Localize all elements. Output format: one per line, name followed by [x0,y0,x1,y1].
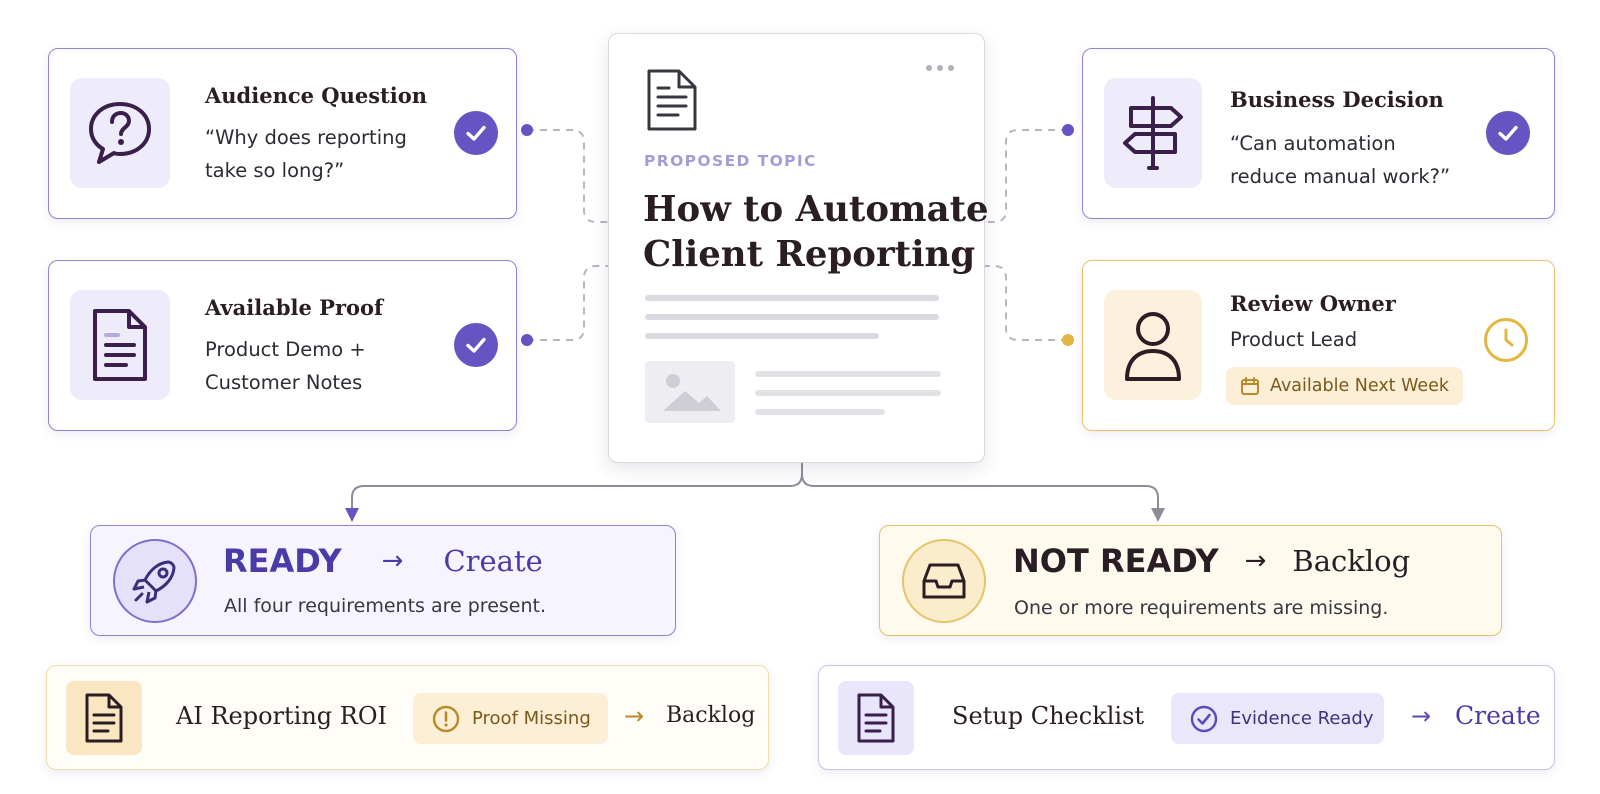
outcome-action: Backlog [1292,544,1411,578]
person-icon [1125,312,1181,381]
arrow-icon: → [1411,702,1432,730]
icon-tile [70,78,170,188]
proof-missing-badge-label: Proof Missing [472,708,591,729]
document-icon [647,69,697,131]
topic-title-line: Client Reporting [643,234,976,275]
card-text-line: Product Lead [1230,328,1358,351]
clock-icon [1484,318,1528,362]
example-row-setup-checklist: Setup Checklist Evidence Ready → Create [818,665,1555,770]
icon-tile [1104,290,1202,400]
outcome-action: Create [443,544,543,578]
card-text-line: Product Demo + [205,338,366,361]
card-title: Review Owner [1230,291,1396,316]
card-text-line: “Can automation [1230,132,1396,155]
card-review-owner: Review Owner Product Lead Available Next… [1082,260,1555,431]
rocket-icon [113,539,197,623]
availability-badge: Available Next Week [1226,367,1463,405]
signpost-icon [1123,96,1183,170]
evidence-ready-badge-label: Evidence Ready [1230,708,1374,729]
example-title: AI Reporting ROI [176,702,387,730]
outcome-ready: READY → Create All four requirements are… [90,525,676,636]
topic-title: How to Automate Client Reporting [643,187,989,277]
example-result: Create [1455,701,1541,730]
arrow-icon: → [381,546,404,576]
icon-tile [838,681,914,755]
proposed-topic-card: PROPOSED TOPIC How to Automate Client Re… [608,33,989,463]
icon-tile [70,290,170,400]
proof-missing-badge: Proof Missing [413,693,608,744]
card-text: Product Lead [1230,323,1357,356]
image-placeholder-icon [645,361,735,423]
document-icon [857,693,895,743]
document-icon [93,309,147,381]
inbox-tray-icon [902,539,986,623]
card-text-line: take so long?” [205,159,345,182]
outcome-description: All four requirements are present. [224,595,547,617]
outcome-not-ready: NOT READY → Backlog One or more requirem… [879,525,1502,636]
card-business-decision: Business Decision “Can automation reduce… [1082,48,1555,219]
document-icon [85,693,123,743]
topic-kicker: PROPOSED TOPIC [644,152,817,170]
alert-circle-icon [432,705,460,732]
outcome-status: NOT READY [1013,542,1219,580]
availability-badge-label: Available Next Week [1270,376,1450,396]
arrow-icon: → [1244,546,1267,576]
outcome-status: READY [223,542,342,580]
topic-title-line: How to Automate [643,189,989,230]
arrow-icon: → [624,702,645,730]
card-text: Product Demo + Customer Notes [205,333,366,399]
outcome-description: One or more requirements are missing. [1014,597,1389,619]
card-text-line: reduce manual work?” [1230,165,1451,188]
card-text-line: Customer Notes [205,371,363,394]
card-text-line: “Why does reporting [205,126,407,149]
evidence-ready-badge: Evidence Ready [1171,693,1384,744]
calendar-icon [1241,377,1259,395]
check-circle-outline-icon [1190,705,1218,732]
check-circle-icon [454,323,498,367]
check-circle-icon [454,111,498,155]
example-title: Setup Checklist [952,702,1145,730]
card-available-proof: Available Proof Product Demo + Customer … [48,260,517,431]
example-result: Backlog [666,703,756,728]
icon-tile [1104,78,1202,188]
check-circle-icon [1486,111,1530,155]
more-dots-icon[interactable] [926,65,954,71]
example-row-ai-reporting: AI Reporting ROI Proof Missing → Backlog [46,665,769,770]
card-text: “Why does reporting take so long?” [205,121,407,187]
card-text: “Can automation reduce manual work?” [1230,127,1450,193]
card-audience-question: Audience Question “Why does reporting ta… [48,48,517,219]
icon-tile [66,681,142,755]
card-title: Business Decision [1230,87,1444,112]
card-title: Available Proof [205,295,384,320]
outcome-heading: READY → Create [223,542,543,580]
outcome-heading: NOT READY → Backlog [1013,542,1410,580]
question-bubble-icon [89,102,151,164]
card-title: Audience Question [205,83,428,108]
